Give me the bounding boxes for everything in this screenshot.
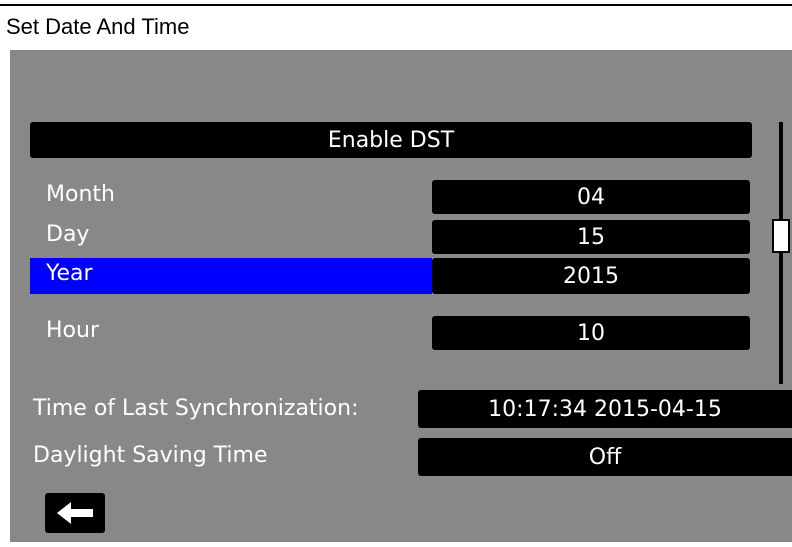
scrollbar-track[interactable] <box>779 122 783 384</box>
page-title: Set Date And Time <box>6 14 190 39</box>
month-field[interactable]: 04 <box>432 180 750 214</box>
hour-field[interactable]: 10 <box>432 316 750 350</box>
last-sync-label: Time of Last Synchronization: <box>33 396 359 421</box>
year-field[interactable]: 2015 <box>432 258 750 294</box>
scrollbar-thumb[interactable] <box>772 219 790 253</box>
set-date-time-screen: Set Date And Time Enable DST Month 04 Da… <box>0 0 792 547</box>
day-field[interactable]: 15 <box>432 220 750 254</box>
back-arrow-icon <box>57 502 93 524</box>
back-button[interactable] <box>45 493 105 533</box>
title-bar: Set Date And Time <box>0 4 792 48</box>
day-label: Day <box>46 222 90 247</box>
year-label: Year <box>46 261 93 286</box>
dst-label: Daylight Saving Time <box>33 443 268 468</box>
month-label: Month <box>46 182 115 207</box>
dst-value[interactable]: Off <box>418 438 792 476</box>
enable-dst-button[interactable]: Enable DST <box>30 122 752 158</box>
hour-label: Hour <box>46 318 99 343</box>
last-sync-value: 10:17:34 2015-04-15 <box>418 390 792 428</box>
